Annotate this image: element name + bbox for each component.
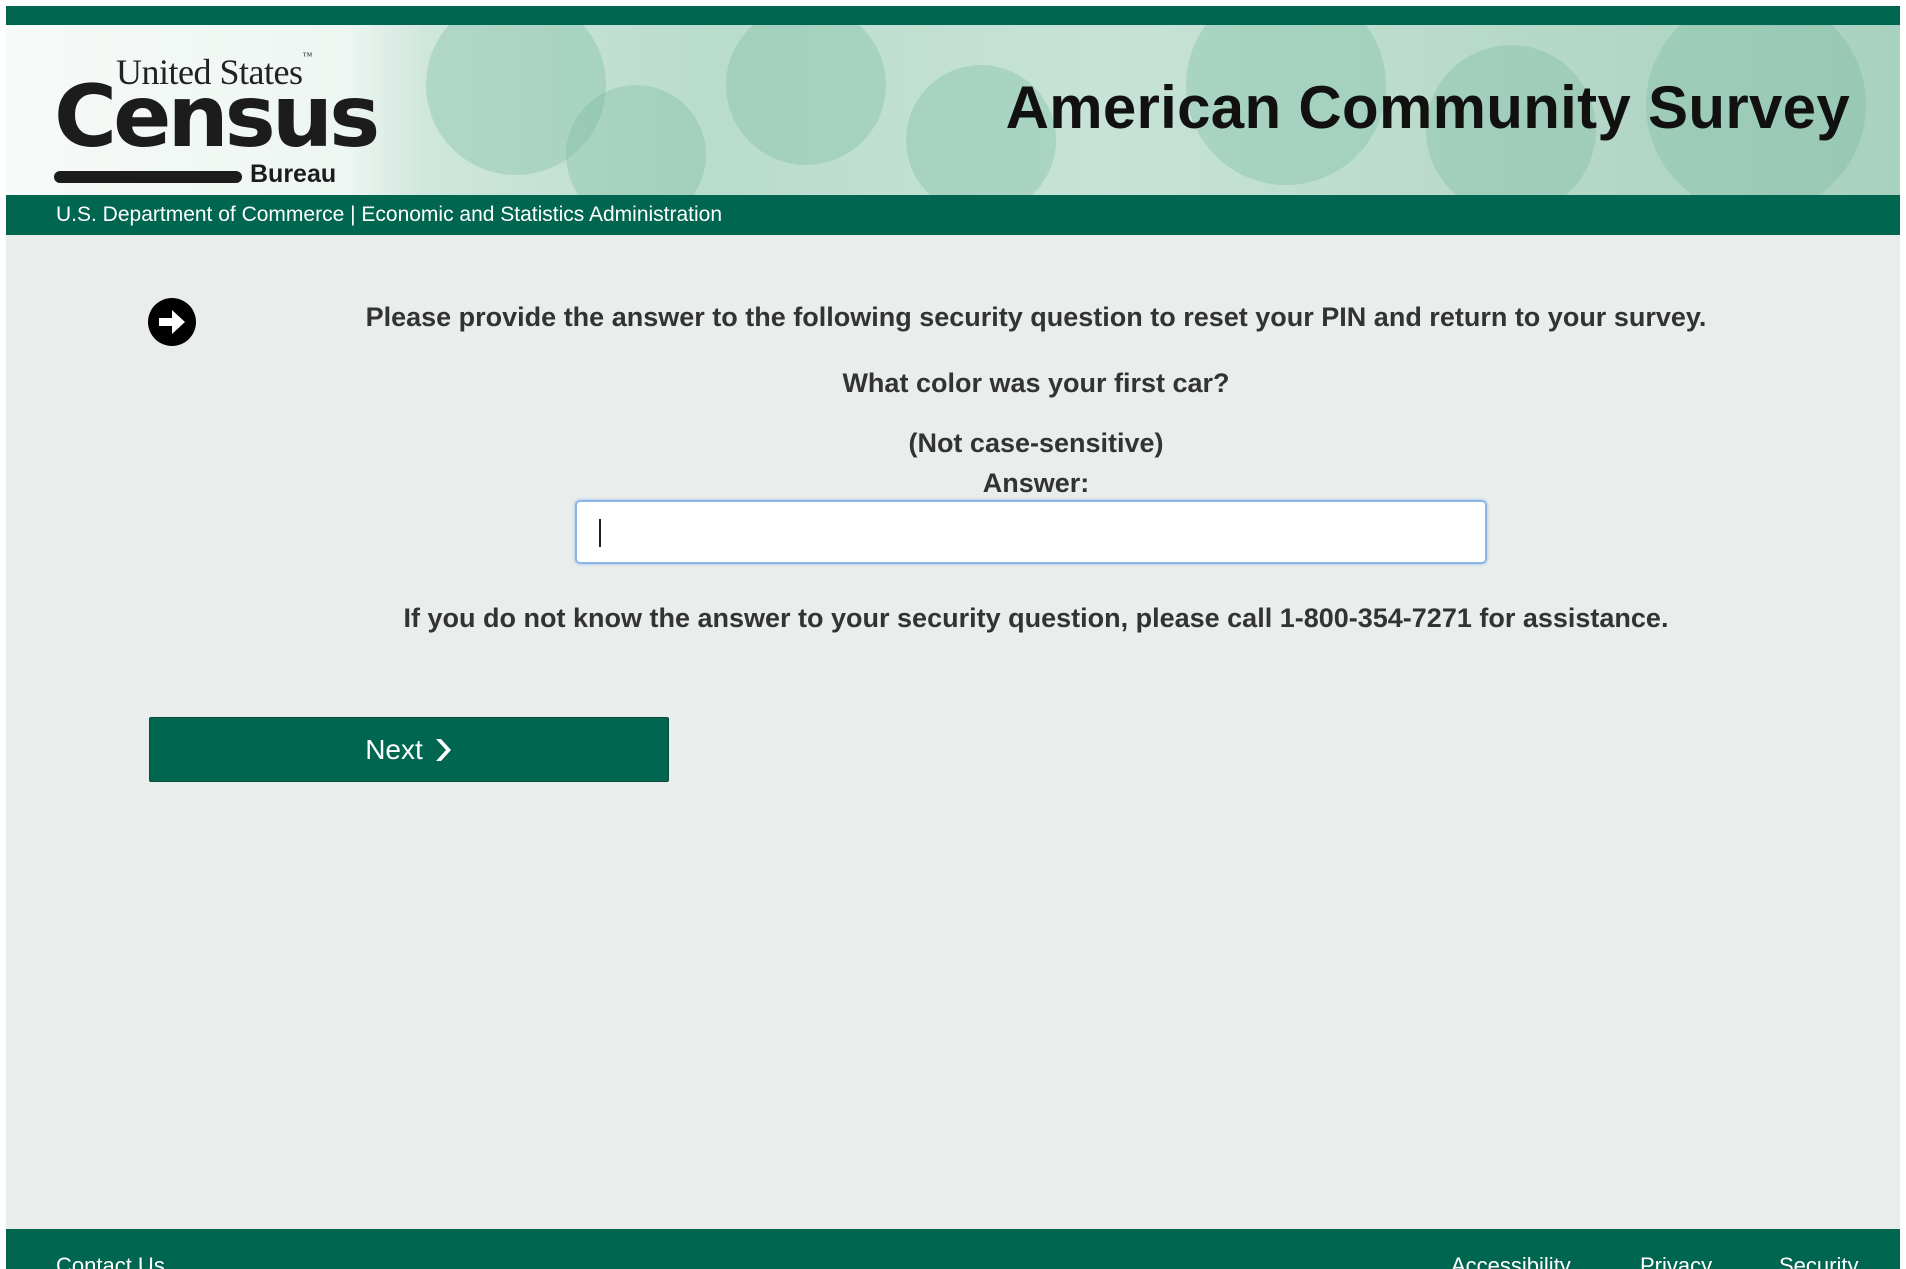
next-button[interactable]: Next (149, 717, 669, 782)
department-bar: U.S. Department of Commerce | Economic a… (6, 195, 1900, 235)
instruction-text: Please provide the answer to the followi… (365, 302, 1707, 332)
page: United States™ Census Bureau American Co… (6, 6, 1900, 1269)
logo-census: Census (54, 67, 380, 167)
logo-underline (54, 171, 242, 183)
help-text: If you do not know the answer to your se… (403, 603, 1669, 633)
answer-label: Answer: (982, 468, 1090, 498)
next-button-label: Next (365, 733, 423, 765)
text-cursor (599, 519, 601, 547)
census-bureau-logo[interactable]: United States™ Census Bureau (54, 47, 380, 188)
chevron-right-icon (435, 738, 451, 761)
footer-link-accessibility[interactable]: Accessibility (1451, 1253, 1571, 1269)
case-sensitivity-note: (Not case-sensitive) (908, 428, 1164, 458)
footer: Contact Us Accessibility Privacy Securit… (6, 1229, 1900, 1269)
logo-bureau: Bureau (250, 160, 337, 188)
department-text: U.S. Department of Commerce | Economic a… (56, 203, 723, 226)
footer-link-privacy[interactable]: Privacy (1640, 1253, 1712, 1269)
arrow-right-circle-icon (147, 297, 197, 347)
footer-link-contact-us[interactable]: Contact Us (56, 1253, 165, 1269)
footer-link-security[interactable]: Security (1779, 1253, 1858, 1269)
security-question: What color was your first car? (842, 368, 1230, 398)
survey-title: American Community Survey (1005, 74, 1850, 141)
top-strip (6, 6, 1900, 25)
header-banner: United States™ Census Bureau American Co… (6, 25, 1900, 195)
answer-input[interactable] (575, 500, 1487, 564)
